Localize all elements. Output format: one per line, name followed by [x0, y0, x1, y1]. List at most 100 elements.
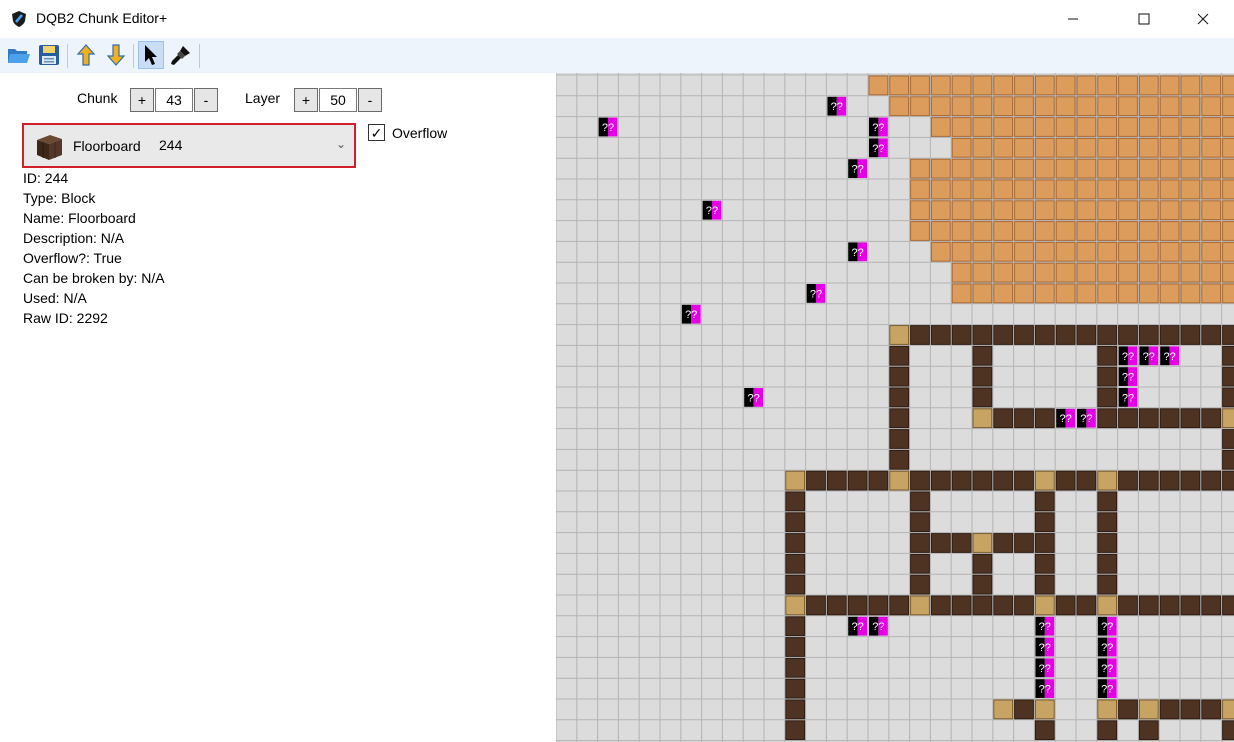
roof-tile-block[interactable] — [1034, 283, 1055, 304]
dark-wood-block[interactable] — [785, 720, 806, 741]
roof-tile-block[interactable] — [993, 75, 1014, 96]
dark-wood-block[interactable] — [910, 553, 930, 574]
overflow-checkbox[interactable]: ✓ — [368, 124, 385, 141]
dark-wood-block[interactable] — [1222, 345, 1234, 366]
roof-tile-block[interactable] — [1014, 283, 1034, 304]
roof-tile-block[interactable] — [1034, 200, 1055, 221]
roof-tile-block[interactable] — [930, 158, 951, 179]
roof-tile-block[interactable] — [972, 241, 993, 262]
roof-tile-block[interactable] — [1222, 96, 1234, 117]
roof-tile-block[interactable] — [1222, 241, 1234, 262]
dark-wood-block[interactable] — [993, 325, 1014, 345]
dark-wood-block[interactable] — [806, 595, 826, 616]
roof-tile-block[interactable] — [1055, 200, 1076, 221]
dark-wood-block[interactable] — [993, 595, 1014, 616]
dark-wood-block[interactable] — [972, 345, 993, 366]
roof-tile-block[interactable] — [1180, 221, 1201, 241]
roof-tile-block[interactable] — [1076, 179, 1097, 200]
roof-tile-block[interactable] — [972, 75, 993, 96]
dark-wood-block[interactable] — [785, 616, 806, 637]
roof-tile-block[interactable] — [1222, 117, 1234, 137]
close-button[interactable] — [1180, 0, 1226, 38]
dark-wood-block[interactable] — [1014, 408, 1034, 429]
dark-wood-block[interactable] — [1034, 574, 1055, 595]
dark-wood-block[interactable] — [785, 678, 806, 699]
light-wood-block[interactable] — [1034, 699, 1055, 720]
roof-tile-block[interactable] — [1014, 96, 1034, 117]
light-wood-block[interactable] — [785, 595, 806, 616]
dark-wood-block[interactable] — [785, 512, 806, 533]
roof-tile-block[interactable] — [1076, 221, 1097, 241]
dark-wood-block[interactable] — [1097, 387, 1118, 408]
roof-tile-block[interactable] — [1201, 283, 1222, 304]
dark-wood-block[interactable] — [1118, 595, 1138, 616]
dark-wood-block[interactable] — [972, 387, 993, 408]
roof-tile-block[interactable] — [1055, 283, 1076, 304]
roof-tile-block[interactable] — [1180, 75, 1201, 96]
dark-wood-block[interactable] — [1201, 595, 1222, 616]
roof-tile-block[interactable] — [1138, 262, 1159, 283]
roof-tile-block[interactable] — [1180, 158, 1201, 179]
roof-tile-block[interactable] — [868, 75, 889, 96]
dark-wood-block[interactable] — [1159, 408, 1180, 429]
roof-tile-block[interactable] — [1097, 137, 1118, 158]
roof-tile-block[interactable] — [889, 96, 910, 117]
dark-wood-block[interactable] — [972, 470, 993, 491]
dark-wood-block[interactable] — [993, 470, 1014, 491]
roof-tile-block[interactable] — [1118, 262, 1138, 283]
roof-tile-block[interactable] — [1014, 200, 1034, 221]
dark-wood-block[interactable] — [951, 533, 972, 553]
roof-tile-block[interactable] — [1201, 96, 1222, 117]
chunk-minus-button[interactable]: - — [194, 88, 218, 112]
roof-tile-block[interactable] — [1159, 283, 1180, 304]
dark-wood-block[interactable] — [1097, 512, 1118, 533]
roof-tile-block[interactable] — [1201, 262, 1222, 283]
dark-wood-block[interactable] — [930, 325, 951, 345]
dark-wood-block[interactable] — [1014, 325, 1034, 345]
maximize-button[interactable] — [1121, 0, 1167, 38]
dark-wood-block[interactable] — [1034, 720, 1055, 741]
dark-wood-block[interactable] — [1034, 408, 1055, 429]
dark-wood-block[interactable] — [1138, 325, 1159, 345]
roof-tile-block[interactable] — [1138, 158, 1159, 179]
roof-tile-block[interactable] — [1138, 179, 1159, 200]
dark-wood-block[interactable] — [1222, 429, 1234, 449]
dark-wood-block[interactable] — [1201, 699, 1222, 720]
dark-wood-block[interactable] — [1034, 325, 1055, 345]
roof-tile-block[interactable] — [1138, 117, 1159, 137]
light-wood-block[interactable] — [1097, 470, 1118, 491]
dark-wood-block[interactable] — [1097, 345, 1118, 366]
roof-tile-block[interactable] — [930, 96, 951, 117]
dark-wood-block[interactable] — [785, 491, 806, 512]
dark-wood-block[interactable] — [1201, 325, 1222, 345]
roof-tile-block[interactable] — [1097, 200, 1118, 221]
roof-tile-block[interactable] — [1180, 96, 1201, 117]
dark-wood-block[interactable] — [1097, 491, 1118, 512]
roof-tile-block[interactable] — [993, 179, 1014, 200]
roof-tile-block[interactable] — [951, 283, 972, 304]
dark-wood-block[interactable] — [847, 470, 868, 491]
roof-tile-block[interactable] — [1159, 179, 1180, 200]
light-wood-block[interactable] — [910, 595, 930, 616]
light-wood-block[interactable] — [889, 325, 910, 345]
light-wood-block[interactable] — [993, 699, 1014, 720]
dark-wood-block[interactable] — [1222, 720, 1234, 741]
minimize-button[interactable] — [1050, 0, 1096, 38]
roof-tile-block[interactable] — [951, 117, 972, 137]
roof-tile-block[interactable] — [993, 262, 1014, 283]
dark-wood-block[interactable] — [972, 595, 993, 616]
light-wood-block[interactable] — [1222, 408, 1234, 429]
roof-tile-block[interactable] — [972, 117, 993, 137]
dark-wood-block[interactable] — [1159, 470, 1180, 491]
roof-tile-block[interactable] — [993, 158, 1014, 179]
dark-wood-block[interactable] — [1097, 408, 1118, 429]
dark-wood-block[interactable] — [889, 449, 910, 470]
roof-tile-block[interactable] — [1180, 262, 1201, 283]
select-tool-button[interactable] — [138, 41, 164, 69]
roof-tile-block[interactable] — [1159, 96, 1180, 117]
dark-wood-block[interactable] — [1138, 408, 1159, 429]
dark-wood-block[interactable] — [785, 637, 806, 657]
dark-wood-block[interactable] — [1055, 470, 1076, 491]
dark-wood-block[interactable] — [785, 574, 806, 595]
roof-tile-block[interactable] — [1118, 241, 1138, 262]
